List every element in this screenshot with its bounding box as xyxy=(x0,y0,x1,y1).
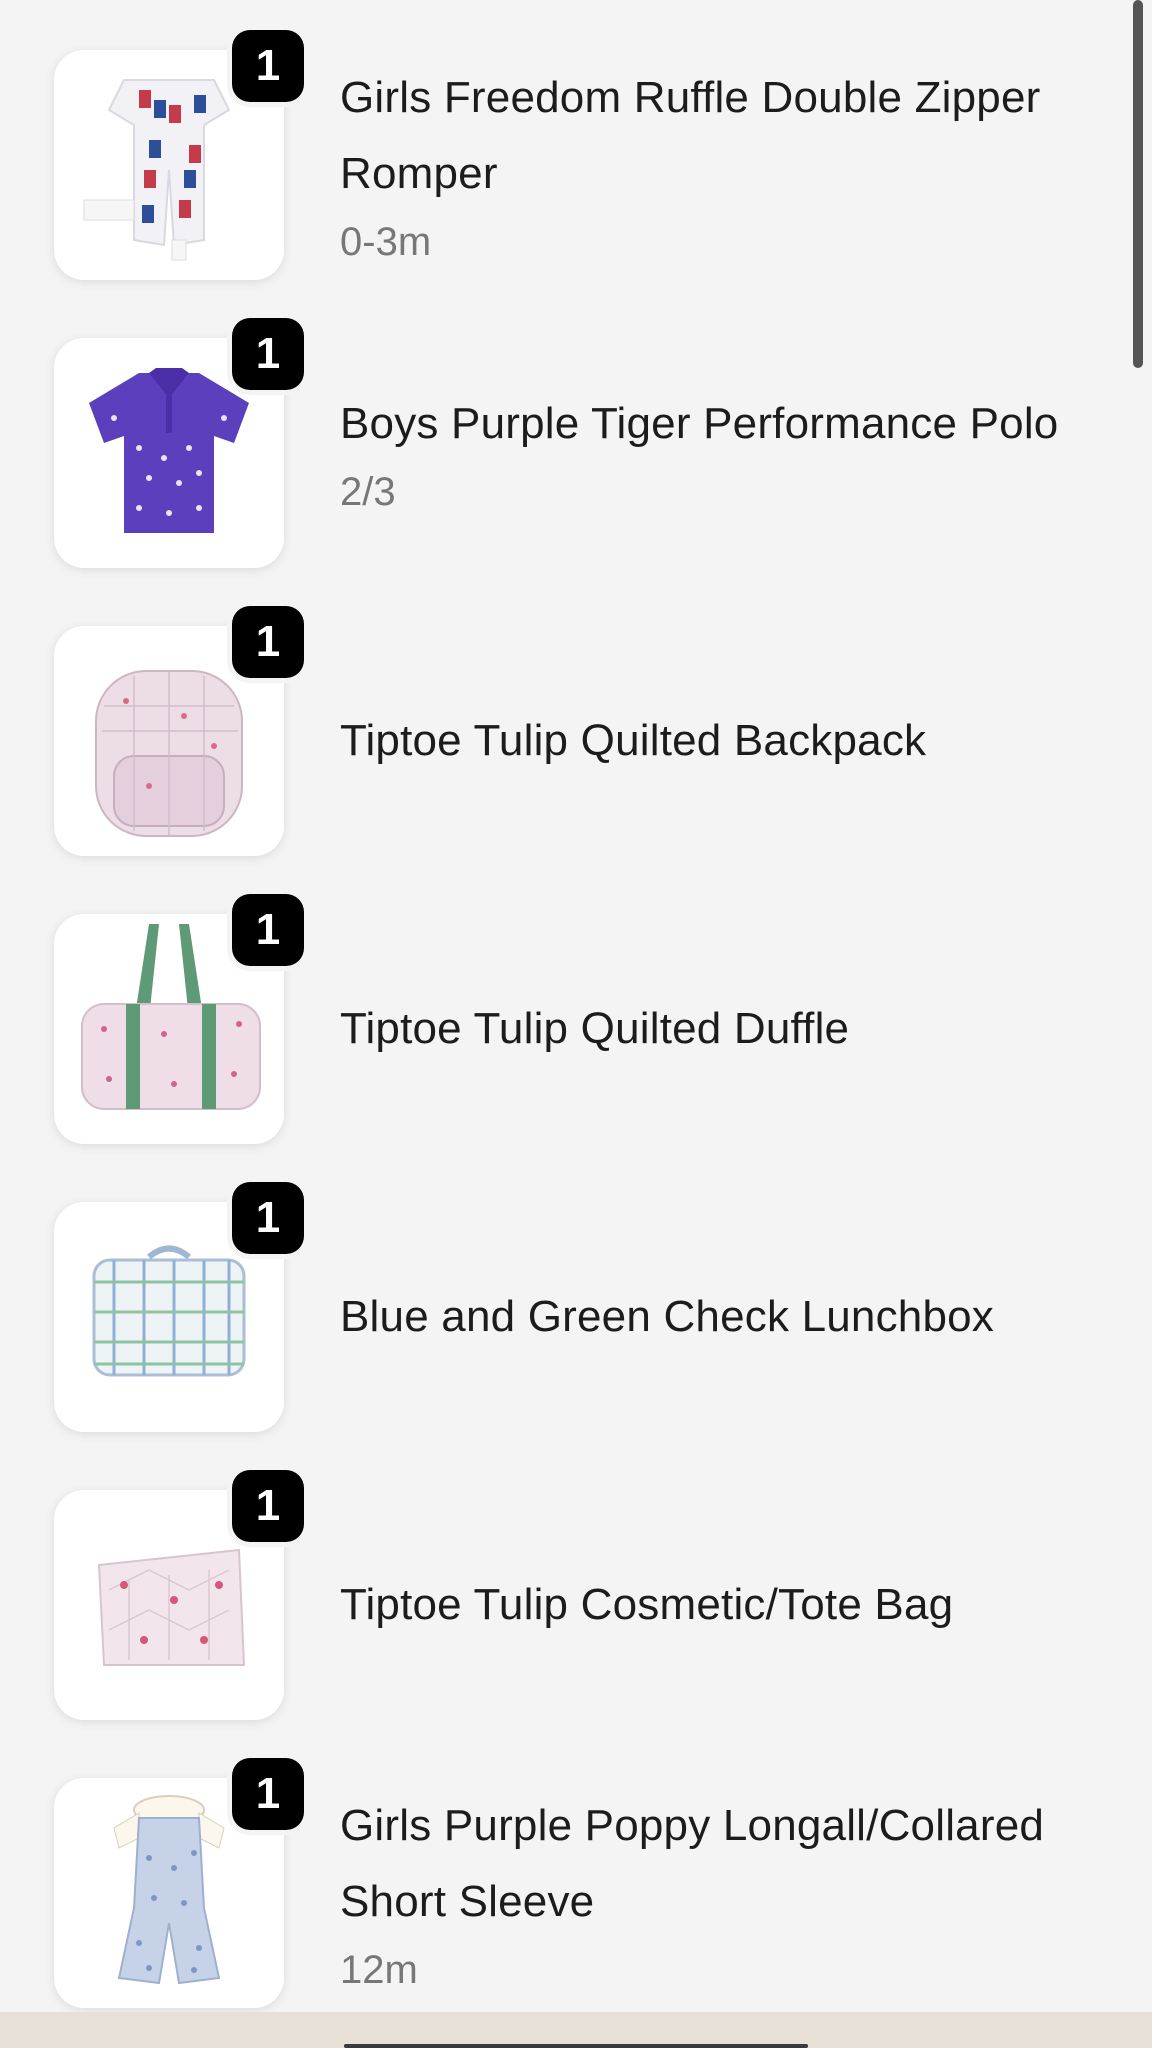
cart-item[interactable]: 1 Girls Purple Poppy Longall/Collared Sh… xyxy=(0,1728,1130,2008)
product-info[interactable]: Tiptoe Tulip Cosmetic/Tote Bag xyxy=(340,1490,1120,1720)
product-variant: 12m xyxy=(340,1948,418,1992)
quantity-badge: 1 xyxy=(227,1177,309,1259)
product-name[interactable]: Girls Purple Poppy Longall/Collared Shor… xyxy=(340,1788,1120,1940)
quantity-badge: 1 xyxy=(227,313,309,395)
quantity-count: 1 xyxy=(232,894,304,966)
quantity-badge: 1 xyxy=(227,25,309,107)
product-info[interactable]: Tiptoe Tulip Quilted Duffle xyxy=(340,914,1120,1144)
cart-item[interactable]: 1 Boys Purple Tiger Performance Polo 2/3 xyxy=(0,288,1130,568)
quantity-count: 1 xyxy=(232,30,304,102)
product-info[interactable]: Blue and Green Check Lunchbox xyxy=(340,1202,1120,1432)
product-variant: 2/3 xyxy=(340,470,396,514)
cart-item[interactable]: 1 Tiptoe Tulip Quilted Duffle xyxy=(0,864,1130,1144)
quantity-count: 1 xyxy=(232,318,304,390)
quantity-count: 1 xyxy=(232,1182,304,1254)
bottom-bar xyxy=(0,2012,1152,2048)
cart-item[interactable]: 1 Girls Freedom Ruffle Double Zipper Rom… xyxy=(0,0,1130,280)
product-info[interactable]: Boys Purple Tiger Performance Polo 2/3 xyxy=(340,338,1120,568)
product-name[interactable]: Boys Purple Tiger Performance Polo xyxy=(340,386,1120,462)
product-name[interactable]: Tiptoe Tulip Cosmetic/Tote Bag xyxy=(340,1567,1120,1643)
product-info[interactable]: Girls Purple Poppy Longall/Collared Shor… xyxy=(340,1778,1120,2008)
quantity-count: 1 xyxy=(232,606,304,678)
product-variant: 0-3m xyxy=(340,220,432,264)
product-name[interactable]: Tiptoe Tulip Quilted Backpack xyxy=(340,703,1120,779)
quantity-badge: 1 xyxy=(227,1465,309,1547)
cart-item[interactable]: 1 Blue and Green Check Lunchbox xyxy=(0,1152,1130,1432)
product-name[interactable]: Girls Freedom Ruffle Double Zipper Rompe… xyxy=(340,60,1120,212)
cart-item[interactable]: 1 Tiptoe Tulip Cosmetic/Tote Bag xyxy=(0,1440,1130,1720)
product-name[interactable]: Tiptoe Tulip Quilted Duffle xyxy=(340,991,1120,1067)
scrollbar[interactable] xyxy=(1133,0,1143,368)
cart-item[interactable]: 1 Tiptoe Tulip Quilted Backpack xyxy=(0,576,1130,856)
quantity-badge: 1 xyxy=(227,601,309,683)
product-name[interactable]: Blue and Green Check Lunchbox xyxy=(340,1279,1120,1355)
product-info[interactable]: Girls Freedom Ruffle Double Zipper Rompe… xyxy=(340,50,1120,280)
quantity-badge: 1 xyxy=(227,889,309,971)
home-indicator[interactable] xyxy=(344,2044,808,2048)
quantity-count: 1 xyxy=(232,1470,304,1542)
quantity-count: 1 xyxy=(232,1758,304,1830)
product-info[interactable]: Tiptoe Tulip Quilted Backpack xyxy=(340,626,1120,856)
quantity-badge: 1 xyxy=(227,1753,309,1835)
